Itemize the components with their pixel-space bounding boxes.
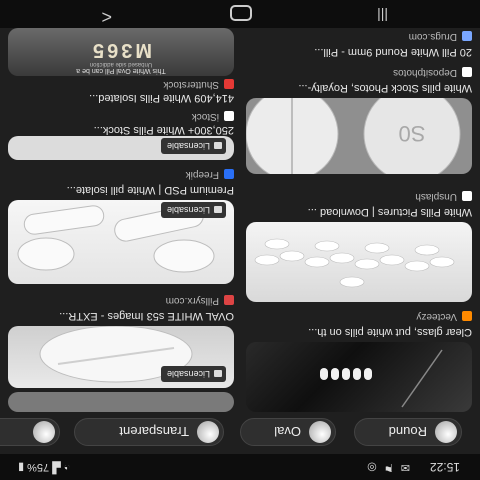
battery-icon: ▮ [18,461,25,473]
chip-label: Transparent [119,424,189,440]
result-source[interactable]: Shutterstock [163,79,234,90]
result-tile[interactable] [8,392,234,412]
licensable-badge: Licensable [160,138,226,154]
status-right: ◔ ▟ 75% ▮ [18,461,70,474]
clock: 15:22 [429,460,460,474]
chip-more[interactable] [0,418,60,446]
license-icon [214,206,222,214]
result-tile[interactable]: S0 White pills Stock Photos, Royalty-...… [246,60,472,174]
result-source[interactable]: Pillsyrx.com [166,295,234,306]
result-title[interactable]: 414,409 White Pills Isolated... [8,92,234,104]
badge-label: Licensable [166,205,210,215]
result-tile[interactable]: 414,409 White Pills Isolated... Shutters… [8,28,234,104]
chip-more-thumbnail [33,421,55,443]
source-label: Freepik [185,169,219,180]
result-image[interactable] [246,342,472,412]
chip-oval[interactable]: Oval [240,418,336,446]
screen: 15:22 ✉ ⚑ ◎ ◔ ▟ 75% ▮ Round Oval Transpa… [0,0,480,480]
result-tile[interactable]: White Pills Pictures | Download ... Unsp… [246,184,472,302]
result-source[interactable]: Vecteezy [416,311,472,322]
result-tile[interactable]: Clear glass, put white pills on th... Ve… [246,304,472,412]
result-image[interactable]: This White Oval Pill can be a Unbased si… [8,28,234,76]
home-button[interactable] [230,5,252,21]
navigation-bar: ||| < [0,0,480,28]
image-caption: This White Oval Pill can be a [76,67,166,74]
white-pills-pile-image [254,238,455,288]
pillsyrx-icon [224,295,234,306]
image-caption-2: Unbased side addiction [89,61,153,67]
result-source[interactable]: Depositphotos [393,67,472,78]
badge-label: Licensable [166,141,210,151]
result-image[interactable]: S0 [246,98,472,174]
result-title[interactable]: OVAL WHITE s53 Images - EXTR... [8,310,234,322]
result-tile[interactable]: Licensable Premium PSD | White pill isol… [8,164,234,284]
filter-chips: Round Oval Transparent [0,412,480,454]
source-label: iStock [191,111,219,122]
result-source[interactable]: Drugs.com [409,31,472,42]
result-image[interactable]: Licensable [8,136,234,160]
notification-icons: ✉ ⚑ ◎ [365,461,410,473]
result-title[interactable]: Clear glass, put white pills on th... [246,326,472,338]
pill-stamp: S0 [399,121,426,146]
source-label: Shutterstock [163,79,219,90]
result-title[interactable]: 250,300+ White Pills Stock... [8,124,234,136]
pill-imprint: M365 [89,39,153,61]
battery-label: 75% [27,461,50,473]
recent-apps-button[interactable]: ||| [377,8,388,24]
license-icon [214,370,222,378]
chip-label: Oval [274,424,301,440]
result-source[interactable]: Freepik [186,169,234,180]
istock-icon [224,111,234,122]
result-image[interactable] [8,392,234,412]
chip-label: Round [388,424,427,440]
result-image[interactable]: Licensable [8,326,234,388]
back-button[interactable]: < [101,6,112,27]
signal-icon: ▟ [52,461,61,473]
wifi-icon: ◔ [63,461,71,473]
result-title[interactable]: White pills Stock Photos, Royalty-... [246,82,472,94]
result-title[interactable]: 20 Pill White Round 9mm - Pill... [246,46,472,58]
source-label: Drugs.com [408,31,457,42]
result-image[interactable]: Licensable [8,200,234,284]
depositphotos-icon [462,67,472,78]
vecteezy-icon [462,311,472,322]
drugs-com-icon [462,31,472,42]
licensable-badge: Licensable [160,366,226,382]
source-label: Unsplash [415,191,457,202]
source-label: Pillsyrx.com [165,295,219,306]
result-image[interactable] [246,222,472,302]
chip-round-thumbnail [435,421,457,443]
status-bar: 15:22 ✉ ⚑ ◎ ◔ ▟ 75% ▮ [0,454,480,480]
license-icon [214,142,222,150]
pills-on-glass-image [320,349,443,408]
result-source[interactable]: iStock [192,111,234,122]
result-title[interactable]: Premium PSD | White pill isolate... [8,184,234,196]
source-label: Depositphotos [393,67,457,78]
chip-oval-thumbnail [309,421,331,443]
licensable-badge: Licensable [160,202,226,218]
unsplash-icon [462,191,472,202]
result-title[interactable]: White Pills Pictures | Download ... [246,206,472,218]
chip-round[interactable]: Round [354,418,462,446]
source-label: Vecteezy [416,311,457,322]
shutterstock-icon [224,79,234,90]
freepik-icon [224,169,234,180]
result-tile[interactable]: Licensable OVAL WHITE s53 Images - EXTR.… [8,290,234,388]
chip-transparent-thumbnail [197,421,219,443]
badge-label: Licensable [166,369,210,379]
chip-transparent[interactable]: Transparent [74,418,224,446]
result-tile[interactable]: Licensable 250,300+ White Pills Stock...… [8,110,234,160]
round-pills-image: S0 [246,98,461,174]
result-source[interactable]: Unsplash [415,191,472,202]
